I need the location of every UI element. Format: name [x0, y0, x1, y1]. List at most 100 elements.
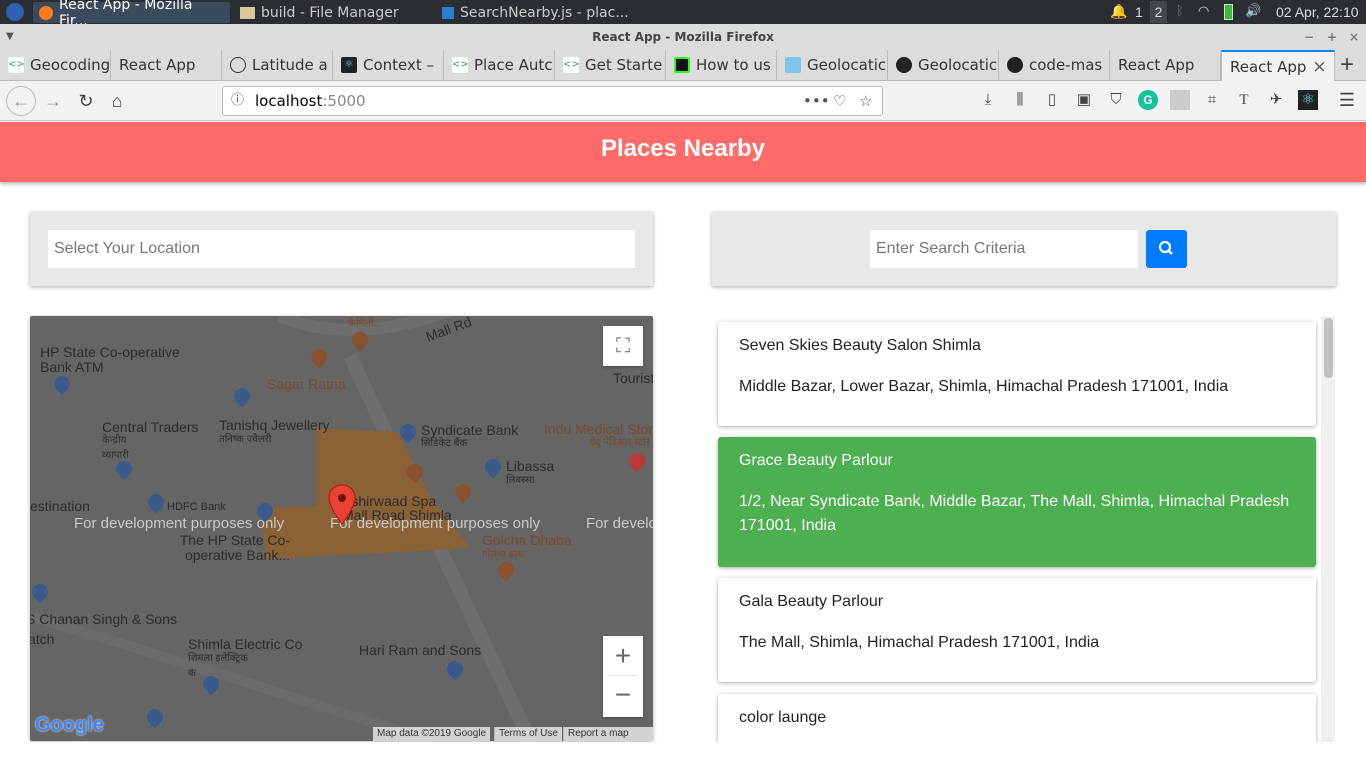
place-address: 1/2, Near Syndicate Bank, Middle Bazar, … — [739, 493, 1290, 534]
google-dev-icon: <> — [563, 57, 580, 73]
place-card[interactable]: Seven Skies Beauty Salon Shimla Middle Ba… — [718, 322, 1316, 426]
tab-react-app[interactable]: React App — [111, 50, 222, 80]
zoom-out-button[interactable]: − — [603, 676, 643, 716]
task-file-manager[interactable]: build - File Manager — [234, 2, 430, 23]
zoom-in-button[interactable]: + — [609, 636, 637, 676]
home-button[interactable]: ⌂ — [105, 89, 129, 113]
map-label: Shimla Electric Co — [188, 636, 303, 652]
pocket-icon[interactable]: ♡ — [833, 87, 846, 115]
extension-icon[interactable] — [1170, 90, 1190, 110]
map[interactable]: Mall Rd HP State Co-operative Bank ATM S… — [30, 316, 653, 741]
location-marker-icon[interactable] — [328, 484, 356, 526]
search-button[interactable] — [1146, 230, 1187, 268]
tab-react-app-2[interactable]: React App — [1110, 50, 1221, 80]
search-icon — [1158, 240, 1173, 255]
system-taskbar: React App - Mozilla Fir... build - File … — [0, 0, 1366, 29]
map-label: लिबस्सा — [506, 475, 535, 486]
font-extension-icon[interactable]: T — [1234, 90, 1254, 110]
task-firefox[interactable]: React App - Mozilla Fir... — [33, 0, 230, 29]
map-label: atch — [30, 631, 55, 647]
app-header: Places Nearby — [0, 122, 1366, 182]
url-port: :5000 — [322, 92, 366, 110]
bluetooth-icon[interactable]: ᛒ — [1176, 3, 1184, 18]
map-label: Tourist — [613, 370, 653, 386]
tab-react-app-active[interactable]: React App × — [1221, 50, 1335, 81]
tab-code-master[interactable]: code-mas — [999, 50, 1110, 80]
place-name: Grace Beauty Parlour — [739, 452, 893, 469]
fullscreen-button[interactable]: ⛶ — [603, 326, 643, 366]
battery-icon[interactable] — [1224, 4, 1233, 20]
map-label: सिंडिकेट बैंक — [421, 438, 468, 449]
hamburger-menu-icon[interactable]: ☰ — [1337, 90, 1357, 110]
window-titlebar: ▼ React App - Mozilla Firefox − + × — [0, 24, 1366, 50]
crop-icon[interactable]: ⌗ — [1202, 90, 1222, 110]
tab-get-started[interactable]: <> Get Starte — [555, 50, 666, 80]
notification-bell-icon[interactable]: 🔔 — [1110, 3, 1127, 20]
map-label: इंदु मेडिकल स्टोर — [590, 437, 650, 448]
tab-how-to[interactable]: How to us — [666, 50, 777, 80]
bookmark-star-icon[interactable]: ☆ — [859, 87, 872, 115]
extension-icon[interactable]: ▣ — [1074, 90, 1094, 110]
report-map-error-link[interactable]: Report a map error — [563, 727, 653, 741]
place-address: Middle Bazar, Lower Bazar, Shimla, Himac… — [739, 378, 1229, 395]
map-label: HDFC Bank — [167, 501, 226, 513]
tab-place-autocomplete[interactable]: <> Place Autc — [444, 50, 555, 80]
tab-geolocation-1[interactable]: Geolocatic — [777, 50, 888, 80]
folder-icon — [240, 6, 255, 19]
page-title: Places Nearby — [600, 135, 766, 162]
window-menu-icon[interactable]: ▼ — [6, 24, 14, 50]
page-actions-icon[interactable]: ••• — [803, 87, 830, 115]
location-input[interactable] — [48, 230, 635, 268]
app-menu-icon[interactable] — [6, 3, 24, 21]
close-window-button[interactable]: × — [1349, 24, 1359, 50]
compass-icon — [230, 57, 246, 73]
grammarly-icon[interactable]: G — [1138, 90, 1158, 110]
map-label: Tanishq Jewellery — [219, 417, 330, 433]
info-icon[interactable]: ⓘ — [231, 87, 244, 115]
map-label: तनिष्क ज्वैलरी — [219, 434, 272, 445]
task-vscode[interactable]: SearchNearby.js - plac... — [436, 2, 636, 23]
place-card[interactable]: Gala Beauty Parlour The Mall, Shimla, Him… — [718, 578, 1316, 682]
library-icon[interactable]: ⫼ — [1010, 90, 1030, 110]
page-bottom — [0, 742, 1366, 768]
tab-context[interactable]: ⚛ Context – — [333, 50, 444, 80]
forward-button[interactable]: → — [41, 89, 65, 113]
google-dev-icon: <> — [452, 57, 469, 73]
map-label: फ़ैमिली... — [348, 318, 382, 329]
map-label: HP State Co-operative Bank ATM — [40, 344, 180, 375]
maximize-button[interactable]: + — [1327, 24, 1337, 50]
search-input[interactable] — [870, 230, 1138, 268]
wifi-icon[interactable]: ◠ — [1198, 3, 1209, 19]
map-label: Libassa — [506, 458, 555, 474]
extension-icon[interactable]: ✈ — [1266, 90, 1286, 110]
sidebar-icon[interactable]: ▯ — [1042, 90, 1062, 110]
minimize-button[interactable]: − — [1304, 24, 1314, 50]
ublock-icon[interactable]: ⛉ — [1106, 90, 1126, 110]
workspace-1[interactable]: 1 — [1135, 4, 1143, 20]
firefox-icon — [39, 5, 53, 20]
map-label: estination — [30, 498, 90, 514]
volume-icon[interactable]: 🔊 — [1245, 3, 1261, 19]
clock: 02 Apr, 22:10 — [1276, 4, 1359, 20]
place-name: Gala Beauty Parlour — [739, 593, 884, 610]
url-bar[interactable]: ⓘ localhost:5000 ••• ♡ ☆ — [222, 86, 883, 116]
reload-button[interactable]: ↻ — [74, 89, 98, 113]
tab-geocoding[interactable]: <> Geocoding — [0, 50, 111, 80]
back-button[interactable]: ← — [6, 86, 36, 116]
terms-of-use-link[interactable]: Terms of Use — [494, 727, 562, 741]
react-devtools-icon[interactable]: ⚛ — [1298, 90, 1318, 110]
navigation-toolbar: ← → ↻ ⌂ ⓘ localhost:5000 ••• ♡ ☆ ⤓ ⫼ ▯ ▣… — [0, 81, 1366, 121]
new-tab-button[interactable]: + — [1340, 51, 1354, 79]
map-label: Golcha Dhaba — [482, 532, 572, 548]
google-logo: Google — [35, 714, 104, 736]
scrollbar[interactable] — [1321, 316, 1335, 742]
workspace-2[interactable]: 2 — [1150, 1, 1167, 23]
dev-watermark: For development purposes only — [586, 515, 653, 532]
map-label: S Chanan Singh & Sons — [30, 611, 177, 627]
tab-geolocation-2[interactable]: Geolocatic — [888, 50, 999, 80]
tab-latitude[interactable]: Latitude a — [222, 50, 333, 80]
downloads-icon[interactable]: ⤓ — [978, 90, 998, 110]
close-tab-icon[interactable]: × — [1312, 57, 1326, 77]
scrollbar-thumb[interactable] — [1324, 318, 1333, 378]
place-card-selected[interactable]: Grace Beauty Parlour 1/2, Near Syndicate … — [718, 437, 1316, 567]
